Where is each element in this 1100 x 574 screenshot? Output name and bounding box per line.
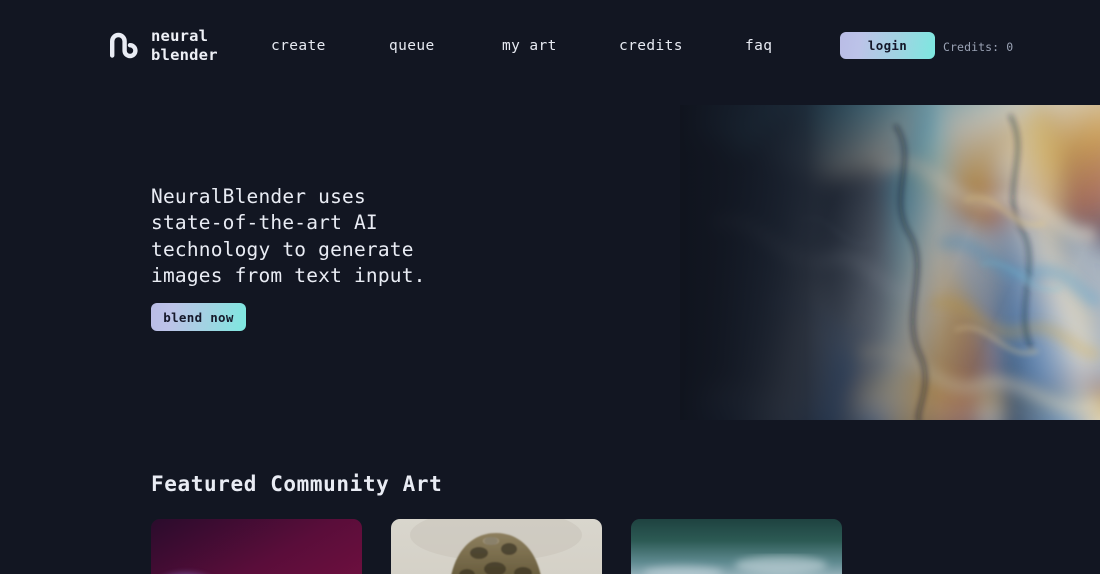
credits-balance: Credits: 0	[943, 40, 1014, 54]
gallery-card[interactable]	[391, 519, 602, 574]
nav-item-my-art[interactable]: my art	[502, 38, 557, 54]
site-header: neural blender create queue my art credi…	[0, 0, 1100, 91]
iridescent-fluid-graphic	[680, 105, 1100, 420]
brand-line-2: blender	[151, 45, 218, 64]
nav-item-create[interactable]: create	[271, 38, 326, 54]
featured-gallery	[151, 519, 842, 574]
tortoise-sunglasses-artwork-icon	[391, 519, 602, 574]
blend-now-button[interactable]: blend now	[151, 303, 246, 331]
hero-copy: NeuralBlender uses state-of-the-art AI t…	[151, 184, 451, 290]
neural-swirl-logo-icon	[110, 32, 138, 58]
login-button[interactable]: login	[840, 32, 935, 59]
mossy-island-artwork-icon	[631, 519, 842, 574]
coral-anemone-artwork-icon	[151, 519, 362, 574]
brand-wordmark: neural blender	[151, 27, 218, 64]
nav-item-queue[interactable]: queue	[389, 38, 435, 54]
page-root: neural blender create queue my art credi…	[0, 0, 1100, 574]
brand-logo[interactable]: neural blender	[108, 27, 218, 64]
gallery-card[interactable]	[151, 519, 362, 574]
hero-artwork-image	[680, 105, 1100, 420]
hero-heading: NeuralBlender uses state-of-the-art AI t…	[151, 185, 426, 288]
gallery-card[interactable]	[631, 519, 842, 574]
nav-item-faq[interactable]: faq	[745, 38, 772, 54]
brand-line-1: neural	[151, 27, 209, 45]
nav-item-credits[interactable]: credits	[619, 38, 683, 54]
featured-section-title: Featured Community Art	[151, 472, 443, 496]
